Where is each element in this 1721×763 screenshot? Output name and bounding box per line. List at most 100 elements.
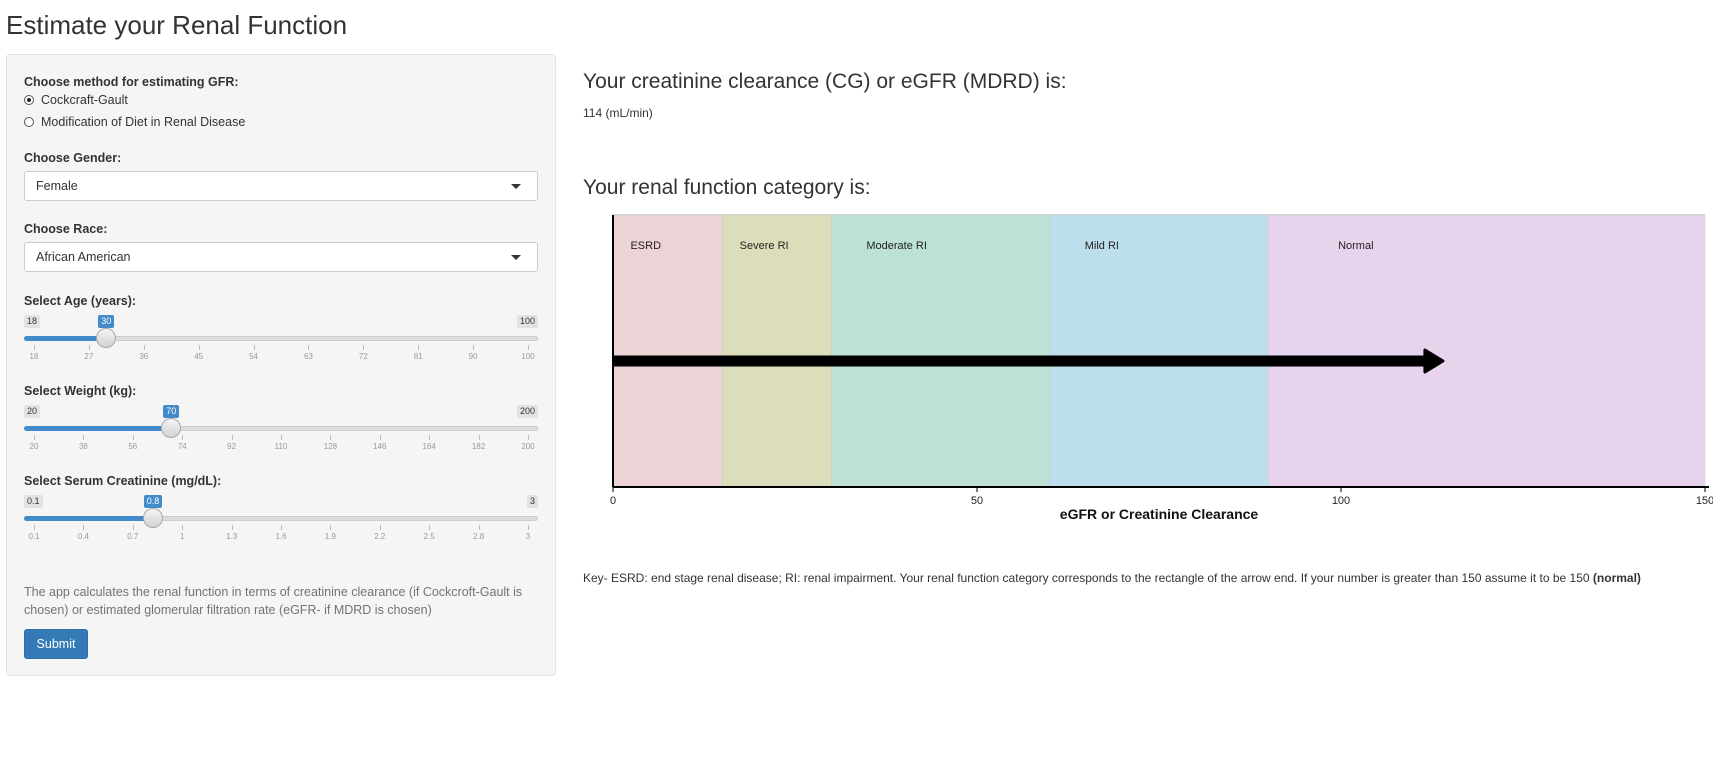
x-tick-label: 100 [1332,495,1350,507]
slider-min-label: 0.1 [24,495,43,508]
slider-tick [198,345,200,350]
slider-tick-label: 2.2 [374,532,386,541]
slider-tick [253,345,255,350]
slider-tick [281,435,282,440]
slider-tick [132,435,134,440]
slider-tick [83,525,85,530]
slider-tick [182,435,184,440]
slider-tick-label: 0.7 [127,532,139,541]
category-label: Mild RI [1085,240,1119,252]
slider-tick [330,435,332,440]
age-label: Select Age (years): [24,294,137,308]
slider-tick-label: 18 [29,352,39,361]
radio-label: Cockcraft-Gault [41,93,128,107]
radio-label: Modification of Diet in Renal Disease [41,115,246,129]
slider-tick [418,345,420,350]
slider-tick [363,345,365,350]
slider-handle[interactable] [143,508,164,528]
slider-tick [34,435,35,440]
slider-tick [34,345,35,350]
slider-tick-label: 182 [471,442,486,451]
help-text: The app calculates the renal function in… [24,585,523,617]
slider-value-label: 70 [163,405,180,418]
category-band [1049,214,1269,488]
slider-tick-label: 3 [525,532,531,541]
submit-button[interactable]: Submit [24,629,88,659]
slider-tick-label: 20 [29,442,39,451]
slider-tick [379,525,381,530]
slider-tick [528,345,529,350]
slider-tick-label: 72 [358,352,368,361]
gender-label: Choose Gender: [24,151,122,165]
race-label: Choose Race: [24,222,108,236]
caret-down-icon[interactable] [511,184,521,189]
weight-slider[interactable]: 20 200 20 38 56 74 92 110 128 146 164 182 200 70 [24,405,538,465]
slider-tick-label: 45 [194,352,204,361]
slider-tick-label: 36 [139,352,149,361]
category-band [721,214,832,488]
slider-tick-label: 56 [128,442,138,451]
slider-fill [24,426,172,431]
sidebar-panel: Choose method for estimating GFR: Cockcr… [6,54,556,676]
slider-tick [34,525,35,530]
slider-tick-label: 2.5 [423,532,435,541]
creatinine-label: Select Serum Creatinine (mg/dL): [24,474,222,488]
caret-down-icon[interactable] [511,255,521,260]
slider-tick [182,525,184,530]
gender-select[interactable]: Female [24,171,538,201]
slider-tick [308,345,310,350]
race-value: African American [36,250,131,264]
category-label: ESRD [630,240,661,252]
slider-tick-label: 146 [373,442,387,451]
slider-tick-label: 1.9 [324,532,336,541]
radio-checked-icon[interactable] [24,95,34,105]
slider-tick [143,345,145,350]
age-slider[interactable]: 18 100 18 27 36 45 54 63 72 81 90 100 30 [24,315,538,375]
slider-value-label: 30 [98,315,115,328]
slider-tick-label: 0.1 [28,532,40,541]
slider-tick [231,435,233,440]
weight-label: Select Weight (kg): [24,384,137,398]
slider-tick-label: 81 [413,352,423,361]
slider-tick [88,345,90,350]
creatinine-slider[interactable]: 0.1 3 0.1 0.4 0.7 1 1.3 1.6 1.9 2.2 2.5 2.8 3 0.8 [24,495,538,555]
slider-tick-label: 110 [274,442,288,451]
slider-tick [132,525,134,530]
slider-tick-label: 164 [422,442,436,451]
x-axis-title: eGFR or Creatinine Clearance [1060,506,1259,522]
slider-fill [24,336,107,341]
category-label: Normal [1338,240,1373,252]
slider-min-label: 20 [24,405,41,418]
x-tick-label: 150 [1696,495,1713,507]
renal-category-chart: ESRD Severe RI Moderate RI Mild RI Normal 0 50… [610,214,1713,522]
slider-tick [231,525,233,530]
slider-max-label: 3 [526,495,538,508]
slider-tick [478,525,480,530]
result-value: 114 (mL/min) [583,106,653,120]
race-select[interactable]: African American [24,242,538,272]
slider-tick [528,525,529,530]
method-label: Choose method for estimating GFR: [24,75,239,89]
slider-tick [429,435,431,440]
slider-handle[interactable] [96,328,117,348]
slider-tick-label: 54 [249,352,258,361]
radio-unchecked-icon[interactable] [24,117,34,127]
x-tick-label: 0 [610,495,616,507]
radio-cockcroft-gault[interactable]: Cockcraft-Gault [24,93,128,107]
key-description: Key- ESRD: end stage renal disease; RI: … [583,571,1593,585]
slider-tick-label: 92 [227,442,237,451]
slider-tick [478,435,480,440]
slider-tick-label: 90 [468,352,478,361]
slider-handle[interactable] [161,418,182,438]
slider-tick [379,435,381,440]
slider-tick-label: 1.6 [275,532,287,541]
category-band [612,214,723,488]
slider-tick-label: 200 [521,442,535,451]
category-heading: Your renal function category is: [583,176,871,199]
slider-tick-label: 0.4 [77,532,89,541]
slider-tick [528,435,529,440]
radio-mdrd[interactable]: Modification of Diet in Renal Disease [24,115,245,129]
slider-tick-label: 74 [177,442,187,451]
key-text: Key- ESRD: end stage renal disease; RI: … [583,571,1641,585]
category-label: Moderate RI [866,240,927,252]
